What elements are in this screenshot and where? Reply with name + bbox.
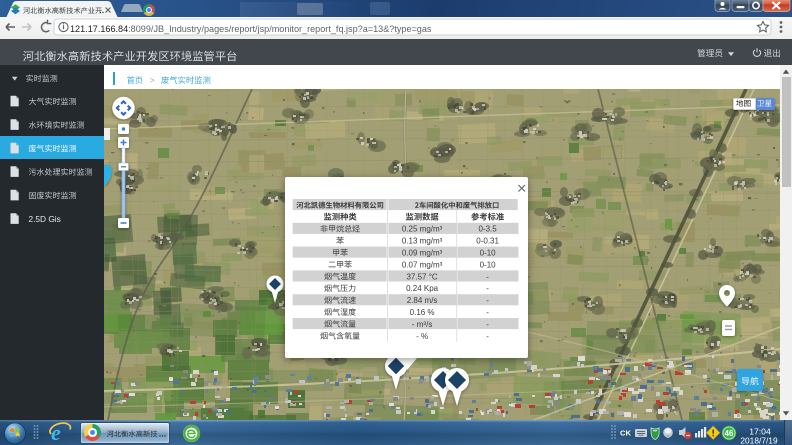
svg-text:0-3.5: 0-3.5 xyxy=(478,225,497,234)
svg-text:-: - xyxy=(486,320,489,329)
svg-text:0.16 %: 0.16 % xyxy=(410,308,435,317)
svg-text:0-10: 0-10 xyxy=(480,260,497,269)
svg-text:0.07 mg/m³: 0.07 mg/m³ xyxy=(402,260,443,269)
svg-text:-: - xyxy=(486,332,489,341)
svg-text:-: - xyxy=(486,308,489,317)
svg-text:0-10: 0-10 xyxy=(480,249,497,258)
svg-text:-: - xyxy=(486,296,489,305)
svg-text:0.24 Kpa: 0.24 Kpa xyxy=(406,284,439,293)
svg-text:0-0.31: 0-0.31 xyxy=(476,237,499,246)
svg-text:0.09 mg/m³: 0.09 mg/m³ xyxy=(402,249,443,258)
svg-text:- %: - % xyxy=(416,332,428,341)
svg-text:-: - xyxy=(486,272,489,281)
svg-text:0.25 mg/m³: 0.25 mg/m³ xyxy=(402,225,443,234)
svg-text:0.13 mg/m³: 0.13 mg/m³ xyxy=(402,237,443,246)
svg-text:- m³/s: - m³/s xyxy=(412,320,432,329)
svg-text:37.57 °C: 37.57 °C xyxy=(406,272,437,281)
svg-text:-: - xyxy=(486,284,489,293)
svg-text:2.84 m/s: 2.84 m/s xyxy=(407,296,438,305)
